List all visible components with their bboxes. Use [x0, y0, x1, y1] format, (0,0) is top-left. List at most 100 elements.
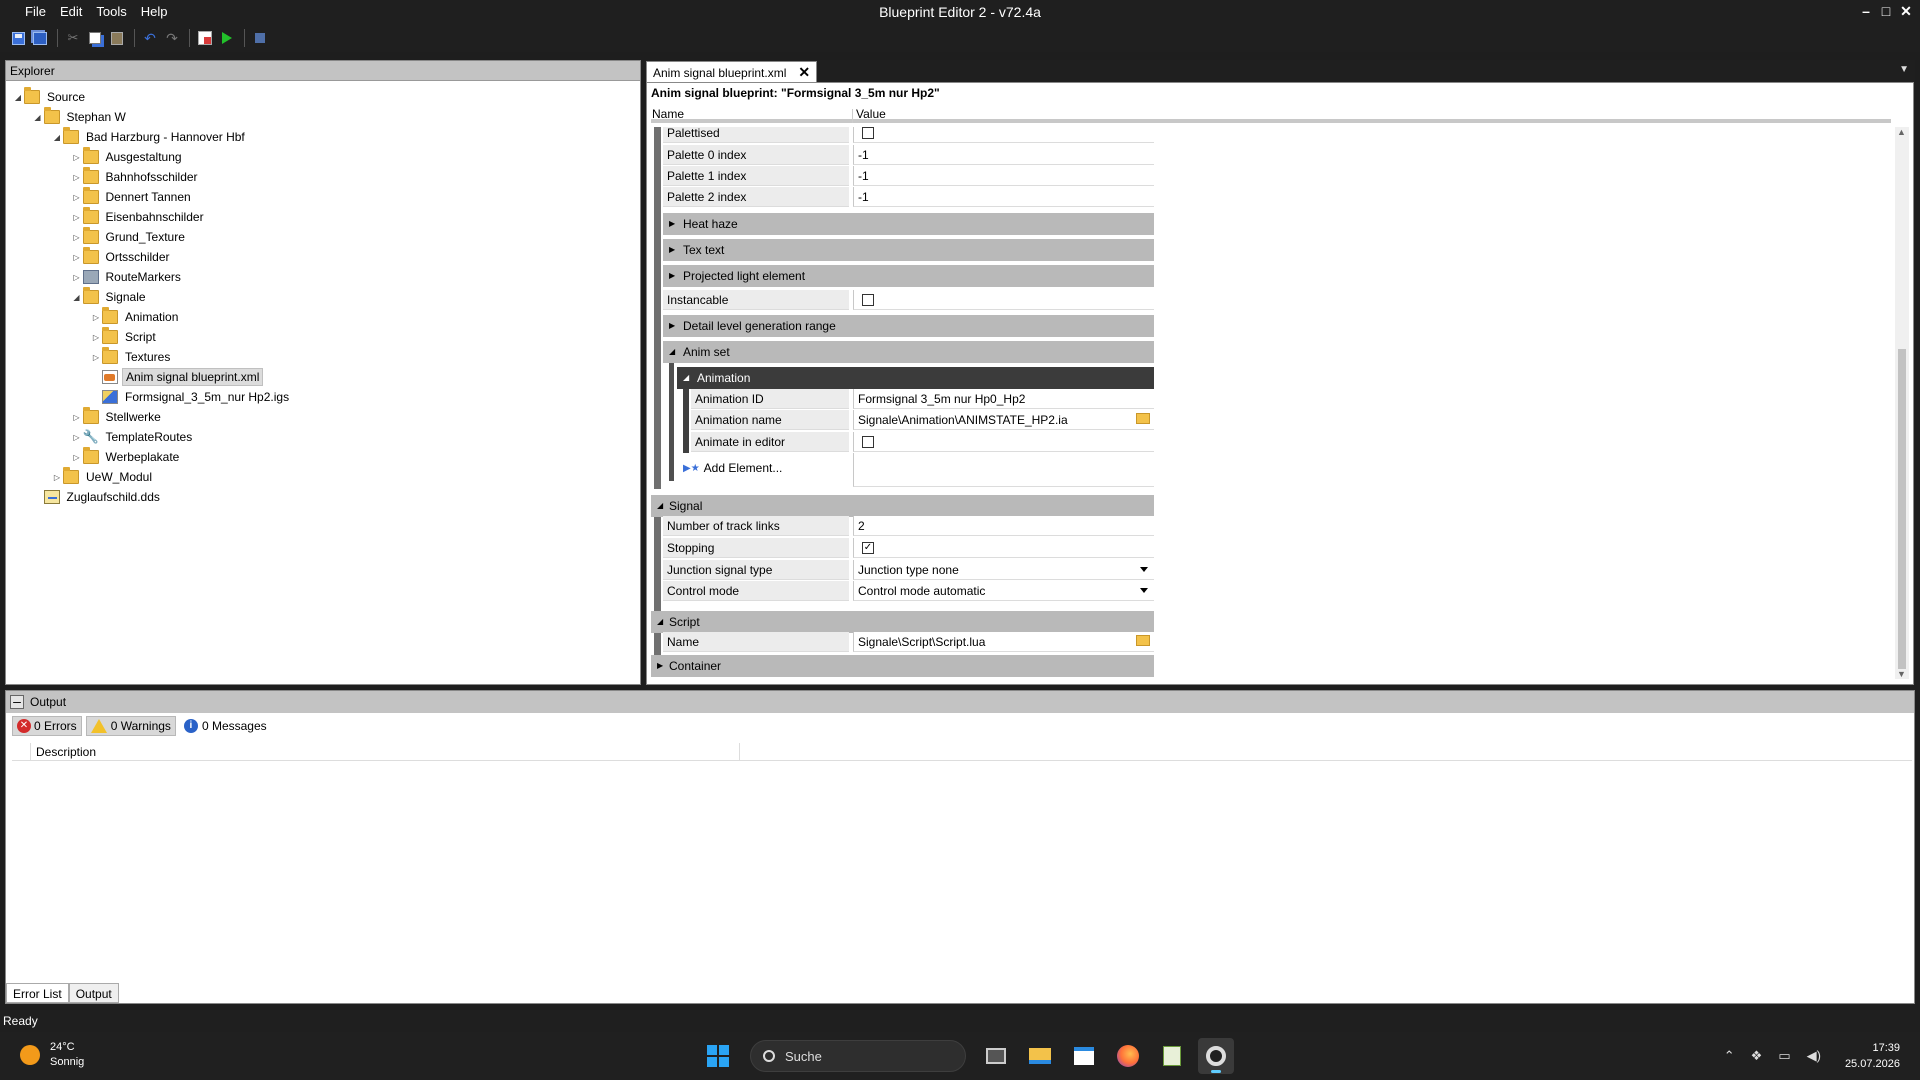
tree-expand-icon[interactable]: ▷ — [71, 433, 83, 442]
script-name-input[interactable]: Signale\Script\Script.lua — [853, 632, 1154, 652]
tree-item[interactable]: Anim signal blueprint.xml — [90, 367, 264, 387]
minimize-button[interactable]: – — [1856, 0, 1876, 24]
close-button[interactable]: ✕ — [1896, 0, 1916, 24]
copy-button[interactable] — [85, 28, 105, 48]
tree-collapse-icon[interactable]: ◢ — [51, 133, 63, 142]
group-tex-text[interactable]: ▶ Tex text — [663, 239, 1154, 261]
property-grid-scrollbar[interactable]: ▲ ▼ — [1895, 127, 1909, 679]
save-all-button[interactable] — [30, 28, 50, 48]
collapse-arrow-icon[interactable]: ◢ — [669, 341, 675, 363]
editor-app-button[interactable] — [1154, 1038, 1190, 1074]
collapse-arrow-icon[interactable]: ◢ — [657, 495, 663, 517]
file-explorer-button[interactable] — [1022, 1038, 1058, 1074]
group-detail-level[interactable]: ▶ Detail level generation range — [663, 315, 1154, 337]
scrollbar-thumb[interactable] — [1898, 349, 1906, 669]
tree-item[interactable]: ▷ Animation — [90, 307, 181, 327]
tree-expand-icon[interactable]: ▷ — [90, 333, 102, 342]
tree-expand-icon[interactable]: ▷ — [71, 193, 83, 202]
tree-item[interactable]: ▷ Eisenbahnschilder — [71, 207, 207, 227]
tree-collapse-icon[interactable]: ◢ — [32, 113, 44, 122]
tree-item[interactable]: ◢ Stephan W — [32, 107, 129, 127]
group-container[interactable]: ▶ Container — [651, 655, 1154, 677]
tree-item[interactable]: ▷ Stellwerke — [71, 407, 164, 427]
palette-0-input[interactable]: -1 — [853, 145, 1154, 165]
task-view-button[interactable] — [978, 1038, 1014, 1074]
expand-arrow-icon[interactable]: ▶ — [669, 315, 675, 337]
maximize-button[interactable]: □ — [1876, 0, 1896, 24]
menu-tools[interactable]: Tools — [89, 0, 133, 24]
dropdown-arrow-icon[interactable] — [1140, 588, 1148, 593]
tree-expand-icon[interactable]: ▷ — [90, 353, 102, 362]
start-button[interactable] — [700, 1038, 736, 1074]
add-element-button[interactable]: ▶★ Add Element... — [683, 461, 782, 475]
track-links-input[interactable]: 2 — [853, 516, 1154, 536]
tree-expand-icon[interactable]: ▷ — [71, 453, 83, 462]
scroll-down-icon[interactable]: ▼ — [1897, 669, 1906, 679]
tree-item[interactable]: ◢ Signale — [71, 287, 149, 307]
group-heat-haze[interactable]: ▶ Heat haze — [663, 213, 1154, 235]
chevron-up-icon[interactable]: ⌃ — [1724, 1048, 1735, 1064]
dropbox-icon[interactable]: ❖ — [1751, 1048, 1763, 1064]
tree-item[interactable]: ◢ Source — [12, 87, 88, 107]
menu-help[interactable]: Help — [134, 0, 175, 24]
network-icon[interactable]: ▭ — [1778, 1048, 1790, 1064]
tree-item[interactable]: ▷ Werbeplakate — [71, 447, 183, 467]
folder-browse-icon[interactable] — [1136, 635, 1150, 646]
undo-button[interactable]: ↶ — [140, 28, 160, 48]
animation-name-input[interactable]: Signale\Animation\ANIMSTATE_HP2.ia — [853, 410, 1154, 430]
group-signal[interactable]: ◢ Signal — [651, 495, 1154, 517]
tree-item[interactable]: ▷ 🔧 TemplateRoutes — [71, 427, 196, 447]
run-button[interactable] — [217, 28, 237, 48]
group-animation[interactable]: ◢ Animation — [677, 367, 1154, 389]
redo-button[interactable]: ↷ — [162, 28, 182, 48]
expand-arrow-icon[interactable]: ▶ — [657, 655, 663, 677]
menu-file[interactable]: File — [18, 0, 53, 24]
weather-widget[interactable]: 24°C Sonnig — [20, 1040, 84, 1070]
tree-item[interactable]: ▷ RouteMarkers — [71, 267, 184, 287]
tree-expand-icon[interactable]: ▷ — [71, 413, 83, 422]
tree-expand-icon[interactable]: ▷ — [71, 213, 83, 222]
tree-expand-icon[interactable]: ▷ — [51, 473, 63, 482]
expand-arrow-icon[interactable]: ▶ — [669, 265, 675, 287]
volume-icon[interactable]: ◀) — [1807, 1048, 1821, 1064]
group-anim-set[interactable]: ◢ Anim set — [663, 341, 1154, 363]
dropdown-arrow-icon[interactable] — [1140, 567, 1148, 572]
palette-1-input[interactable]: -1 — [853, 166, 1154, 186]
clock[interactable]: 17:39 25.07.2026 — [1845, 1040, 1900, 1072]
taskbar-search[interactable]: Suche — [750, 1040, 966, 1072]
expand-arrow-icon[interactable]: ▶ — [669, 213, 675, 235]
column-divider[interactable] — [30, 743, 31, 761]
folder-browse-icon[interactable] — [1136, 413, 1150, 424]
column-value-header[interactable]: Value — [856, 107, 886, 121]
tree-collapse-icon[interactable]: ◢ — [12, 93, 24, 102]
tree-expand-icon[interactable]: ▷ — [90, 313, 102, 322]
messages-filter-button[interactable]: i 0 Messages — [180, 716, 271, 736]
warnings-filter-button[interactable]: 0 Warnings — [85, 716, 176, 736]
tab-list-dropdown-icon[interactable]: ▼ — [1899, 64, 1909, 75]
cut-button[interactable]: ✂ — [63, 28, 83, 48]
tree-expand-icon[interactable]: ▷ — [71, 233, 83, 242]
document-tab[interactable]: Anim signal blueprint.xml ✕ — [646, 61, 818, 83]
tree-item[interactable]: ▷ Ortsschilder — [71, 247, 173, 267]
description-column-header[interactable]: Description — [36, 745, 96, 759]
build-button[interactable] — [195, 28, 215, 48]
expand-arrow-icon[interactable]: ▶ — [669, 239, 675, 261]
animation-id-input[interactable]: Formsignal 3_5m nur Hp0_Hp2 — [853, 389, 1154, 409]
tree-expand-icon[interactable]: ▷ — [71, 273, 83, 282]
palette-2-input[interactable]: -1 — [853, 187, 1154, 207]
tree-item[interactable]: ▷ Grund_Texture — [71, 227, 188, 247]
column-name-header[interactable]: Name — [652, 107, 684, 121]
palettised-checkbox[interactable] — [862, 127, 874, 139]
close-icon[interactable]: ✕ — [798, 64, 810, 81]
scroll-up-icon[interactable]: ▲ — [1897, 127, 1906, 137]
save-button[interactable] — [8, 28, 28, 48]
tree-item[interactable]: ▷ Ausgestaltung — [71, 147, 185, 167]
tree-collapse-icon[interactable]: ◢ — [71, 293, 83, 302]
stop-button[interactable] — [250, 28, 270, 48]
tree-item[interactable]: ◢ Bad Harzburg - Hannover Hbf — [51, 127, 248, 147]
store-button[interactable] — [1066, 1038, 1102, 1074]
tree-item[interactable]: ▷ Dennert Tannen — [71, 187, 194, 207]
junction-type-select[interactable]: Junction type none — [853, 560, 1154, 580]
stopping-checkbox[interactable]: ✓ — [862, 542, 874, 554]
tree-item[interactable]: ▷ Bahnhofsschilder — [71, 167, 201, 187]
